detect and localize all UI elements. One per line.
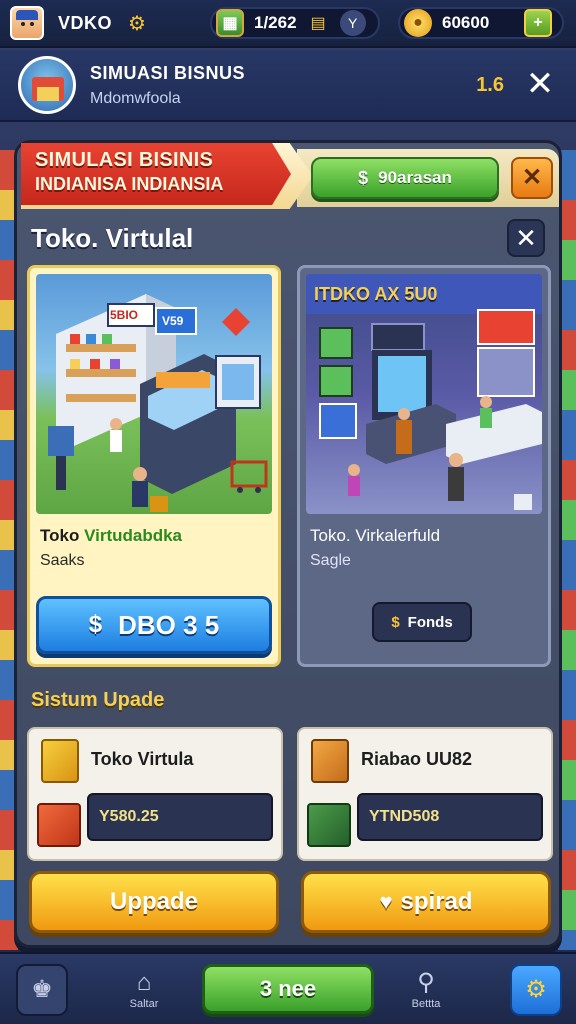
store-sign-1: 5BIO [110, 308, 139, 322]
nav-profile-button[interactable]: ♚ [16, 964, 68, 1016]
coin-resource: ● 60600 + [398, 7, 564, 39]
nav-settings-button[interactable]: ⚙ [510, 964, 562, 1016]
achievement-gear-icon[interactable]: ⚙ [128, 11, 146, 36]
close-panel-button[interactable]: ✕ [511, 157, 553, 199]
coin-icon: ● [404, 9, 432, 37]
upgrade-card-right: Riabao UU82 YTND508 [297, 727, 553, 861]
gold-bars-icon: ▤ [310, 15, 326, 32]
profile-icon: ♚ [31, 976, 53, 1003]
upgrade-right-title: Riabao UU82 [361, 749, 473, 769]
business-panel: SIMULASI BISINIS INDIANISA INDIANSIA $ 9… [14, 140, 562, 948]
top-action-label: 90arasan [378, 168, 452, 187]
page-header: SIMUASI BISNUS Mdomwfoola 1.6 ✕ [0, 50, 576, 122]
nav-store-label: Saltar [129, 998, 159, 1010]
crate-icon: ▦ [216, 9, 244, 37]
upgrade-left-title: Toko Virtula [91, 749, 194, 769]
header-close-icon[interactable]: ✕ [522, 66, 558, 102]
upgrade-left-button[interactable]: Uppade [29, 871, 279, 933]
store-card-right-title: Toko. Virkalerfuld [310, 526, 441, 545]
store-card-left[interactable]: 5BIO V59 Toko Virtudabdka Saaks $ DBO 3 … [27, 265, 281, 667]
crate-resource-value: 1/262 [254, 13, 297, 32]
store-logo-icon [18, 56, 76, 114]
title-ribbon: SIMULASI BISINIS INDIANISA INDIANSIA [21, 143, 291, 205]
money-icon: $ [358, 167, 369, 188]
ribbon-line-1: SIMULASI BISINIS [35, 149, 214, 171]
header-level: 1.6 [476, 74, 504, 96]
upgrade-right-value: YTND508 [357, 793, 543, 841]
red-crate-icon [37, 803, 81, 847]
player-avatar[interactable] [10, 6, 44, 40]
coin-resource-value: 60600 [442, 13, 490, 32]
upgrade-left-value: Y580.25 [87, 793, 273, 841]
store-card-right-banner: ITDKO AX 5U0 [314, 284, 438, 304]
add-coins-button[interactable]: + [524, 9, 552, 37]
upgrade-card-left: Toko Virtula Y580.25 [27, 727, 283, 861]
section-title: Toko. Virtulal [31, 223, 194, 253]
green-crate-icon [307, 803, 351, 847]
upgrade-right-button-label: spirad [400, 888, 473, 915]
currency-y-icon: Y [339, 10, 366, 36]
nav-center-button[interactable]: 3 nee [202, 964, 374, 1014]
store-scene-image-left: 5BIO V59 [36, 274, 272, 514]
bottom-nav: ♚ ⌂ Saltar 3 nee ⚲ Bettta ⚙ [0, 952, 576, 1024]
nav-search-label: Bettta [411, 998, 441, 1010]
top-status-bar: VDKO ⚙ ▦ 1/262 ▤ Y ● 60600 + [0, 0, 576, 48]
crate-resource: ▦ 1/262 ▤ Y [210, 7, 380, 39]
ribbon-line-2: INDIANISA INDIANSIA [35, 174, 224, 194]
gold-crate-icon [41, 739, 79, 783]
store-card-left-buy-button[interactable]: $ DBO 3 5 [36, 596, 272, 654]
store-scene-image-right: ITDKO AX 5U0 [306, 274, 542, 514]
money-icon: $ [391, 613, 400, 631]
nav-store-button[interactable]: ⌂ Saltar [118, 964, 170, 1016]
search-icon: ⚲ [417, 969, 435, 996]
section-close-button[interactable]: ✕ [507, 219, 545, 257]
nav-search-button[interactable]: ⚲ Bettta [400, 964, 452, 1016]
store-card-left-title: Toko Virtudabdka [40, 526, 182, 546]
top-action-button[interactable]: $ 90arasan [311, 157, 499, 199]
money-icon: $ [88, 611, 103, 638]
gear-icon: ⚙ [525, 976, 547, 1003]
store-sign-2: V59 [162, 314, 184, 328]
store-icon: ⌂ [136, 969, 152, 996]
store-card-right-funds-label: Fonds [407, 613, 453, 631]
store-card-right-funds-button[interactable]: $ Fonds [372, 602, 472, 642]
store-card-left-buy-label: DBO 3 5 [118, 609, 220, 640]
store-card-right-subtitle: Sagle [310, 552, 351, 569]
system-upgrade-title: Sistum Upade [31, 689, 165, 711]
store-card-left-title-prefix: Toko [40, 526, 85, 545]
upgrade-right-button[interactable]: ♥ spirad [301, 871, 551, 933]
store-card-left-subtitle: Saaks [40, 552, 85, 569]
header-title: SIMUASI BISNUS [90, 62, 246, 83]
header-subtitle: Mdomwfoola [90, 89, 181, 107]
orange-crate-icon [311, 739, 349, 783]
pin-icon: ♥ [379, 889, 393, 914]
store-card-left-title-highlight: Virtudabdka [84, 526, 183, 545]
store-card-right[interactable]: ITDKO AX 5U0 Toko. Virkalerfuld Sagle $ … [297, 265, 551, 667]
player-name: VDKO [58, 12, 113, 33]
